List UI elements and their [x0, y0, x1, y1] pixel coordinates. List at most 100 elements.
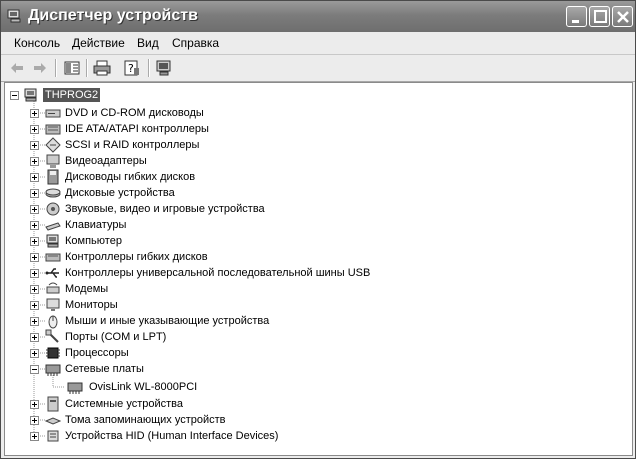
tree-item-label: THPROG2 — [43, 88, 101, 102]
device-category-node[interactable]: Мониторы — [5, 297, 625, 313]
device-category-node[interactable]: Дисководы гибких дисков — [5, 169, 625, 185]
tree-item-label: Мыши и иные указывающие устройства — [65, 315, 270, 327]
expand-toggle[interactable] — [30, 349, 39, 358]
expand-toggle[interactable] — [30, 157, 39, 166]
toolbar: ? — [1, 55, 635, 82]
menu-help[interactable]: Справка — [172, 36, 219, 50]
expand-toggle[interactable] — [30, 109, 39, 118]
processor-icon — [46, 347, 60, 359]
disk-drive-icon — [45, 188, 61, 198]
tree-item-label: IDE ATA/ATAPI контроллеры — [65, 123, 209, 135]
back-arrow-icon[interactable] — [8, 59, 26, 77]
expand-toggle[interactable] — [30, 125, 39, 134]
show-hide-tree-icon[interactable] — [63, 59, 81, 77]
close-button[interactable] — [612, 6, 633, 27]
device-category-node[interactable]: Системные устройства — [5, 396, 625, 412]
toolbar-separator — [86, 59, 88, 77]
device-category-node[interactable]: Мыши и иные указывающие устройства — [5, 313, 625, 329]
maximize-icon — [594, 10, 607, 23]
keyboard-icon — [45, 222, 61, 231]
tree-item-label: Тома запоминающих устройств — [65, 414, 226, 426]
device-category-node[interactable]: Контроллеры гибких дисков — [5, 249, 625, 265]
storage-volume-icon — [45, 417, 61, 425]
tree-item-label: DVD и CD-ROM дисководы — [65, 107, 204, 119]
tree-root-node[interactable]: THPROG2 — [5, 87, 625, 103]
expand-toggle[interactable] — [30, 317, 39, 326]
expand-toggle[interactable] — [30, 400, 39, 409]
tree-item-label: Компьютер — [65, 235, 122, 247]
device-category-node[interactable]: Сетевые платы — [5, 361, 625, 377]
usb-icon — [45, 268, 59, 278]
tree-item-label: Мониторы — [65, 299, 118, 311]
menu-action[interactable]: Действие — [72, 36, 125, 50]
minimize-icon — [572, 20, 579, 23]
expand-toggle[interactable] — [30, 205, 39, 214]
device-category-node[interactable]: Тома запоминающих устройств — [5, 412, 625, 428]
toolbar-separator — [148, 59, 150, 77]
tree-item-label: Дисководы гибких дисков — [65, 171, 196, 183]
device-category-node[interactable]: Процессоры — [5, 345, 625, 361]
modem-icon — [46, 282, 60, 294]
device-category-node[interactable]: Клавиатуры — [5, 217, 625, 233]
expand-toggle[interactable] — [30, 416, 39, 425]
sound-device-icon — [46, 202, 60, 216]
expand-toggle[interactable] — [30, 285, 39, 294]
svg-text:?: ? — [128, 62, 134, 75]
device-manager-icon — [7, 9, 21, 23]
device-node[interactable]: OvisLink WL-8000PCI — [5, 379, 625, 395]
device-category-node[interactable]: IDE ATA/ATAPI контроллеры — [5, 121, 625, 137]
window-title: Диспетчер устройств — [28, 7, 198, 24]
expand-toggle[interactable] — [30, 432, 39, 441]
toolbar-separator — [55, 59, 57, 77]
tree-item-label: Модемы — [65, 283, 109, 295]
mouse-icon — [48, 315, 58, 329]
scan-hardware-icon[interactable] — [155, 59, 173, 77]
computer-icon — [46, 234, 59, 248]
tree-item-label: Контроллеры универсальной последовательн… — [65, 267, 371, 279]
device-tree-panel: THPROG2 DVD и CD-ROM дисководы IDE ATA/ATA… — [4, 82, 633, 456]
device-category-node[interactable]: Компьютер — [5, 233, 625, 249]
expand-toggle[interactable] — [30, 189, 39, 198]
menu-view[interactable]: Вид — [137, 36, 159, 50]
device-manager-window: Диспетчер устройств Консоль Действие Вид… — [0, 0, 636, 459]
expand-toggle[interactable] — [30, 237, 39, 246]
print-icon[interactable] — [93, 59, 111, 77]
expand-toggle[interactable] — [30, 221, 39, 230]
forward-arrow-icon[interactable] — [31, 59, 49, 77]
device-category-node[interactable]: Порты (COM и LPT) — [5, 329, 625, 345]
collapse-toggle[interactable] — [30, 365, 39, 374]
floppy-controller-icon — [45, 253, 61, 262]
expand-toggle[interactable] — [30, 269, 39, 278]
scsi-controller-icon — [45, 137, 61, 153]
tree-item-label: Порты (COM и LPT) — [65, 331, 167, 343]
expand-toggle[interactable] — [30, 253, 39, 262]
device-category-node[interactable]: SCSI и RAID контроллеры — [5, 137, 625, 153]
device-category-node[interactable]: Модемы — [5, 281, 625, 297]
tree-item-label: Клавиатуры — [65, 219, 127, 231]
device-category-node[interactable]: Контроллеры универсальной последовательн… — [5, 265, 625, 281]
network-card-icon — [67, 382, 83, 394]
device-category-node[interactable]: DVD и CD-ROM дисководы — [5, 105, 625, 121]
device-category-node[interactable]: Устройства HID (Human Interface Devices) — [5, 428, 625, 444]
expand-toggle[interactable] — [30, 141, 39, 150]
maximize-button[interactable] — [589, 6, 610, 27]
menu-bar: Консоль Действие Вид Справка — [1, 32, 635, 55]
expand-toggle[interactable] — [30, 301, 39, 310]
video-adapter-icon — [46, 154, 60, 168]
collapse-toggle[interactable] — [10, 91, 19, 100]
device-category-node[interactable]: Звуковые, видео и игровые устройства — [5, 201, 625, 217]
tree-item-label: Дисковые устройства — [65, 187, 175, 199]
device-category-node[interactable]: Видеоадаптеры — [5, 153, 625, 169]
expand-toggle[interactable] — [30, 173, 39, 182]
help-properties-icon[interactable]: ? — [123, 59, 141, 77]
system-device-icon — [47, 396, 59, 412]
computer-icon — [24, 88, 37, 102]
minimize-button[interactable] — [566, 6, 587, 27]
tree-item-label: Системные устройства — [65, 398, 184, 410]
tree-item-label: OvisLink WL-8000PCI — [89, 381, 198, 393]
close-icon — [617, 11, 629, 23]
expand-toggle[interactable] — [30, 333, 39, 342]
title-bar[interactable]: Диспетчер устройств — [1, 1, 635, 32]
menu-console[interactable]: Консоль — [14, 36, 60, 50]
device-category-node[interactable]: Дисковые устройства — [5, 185, 625, 201]
